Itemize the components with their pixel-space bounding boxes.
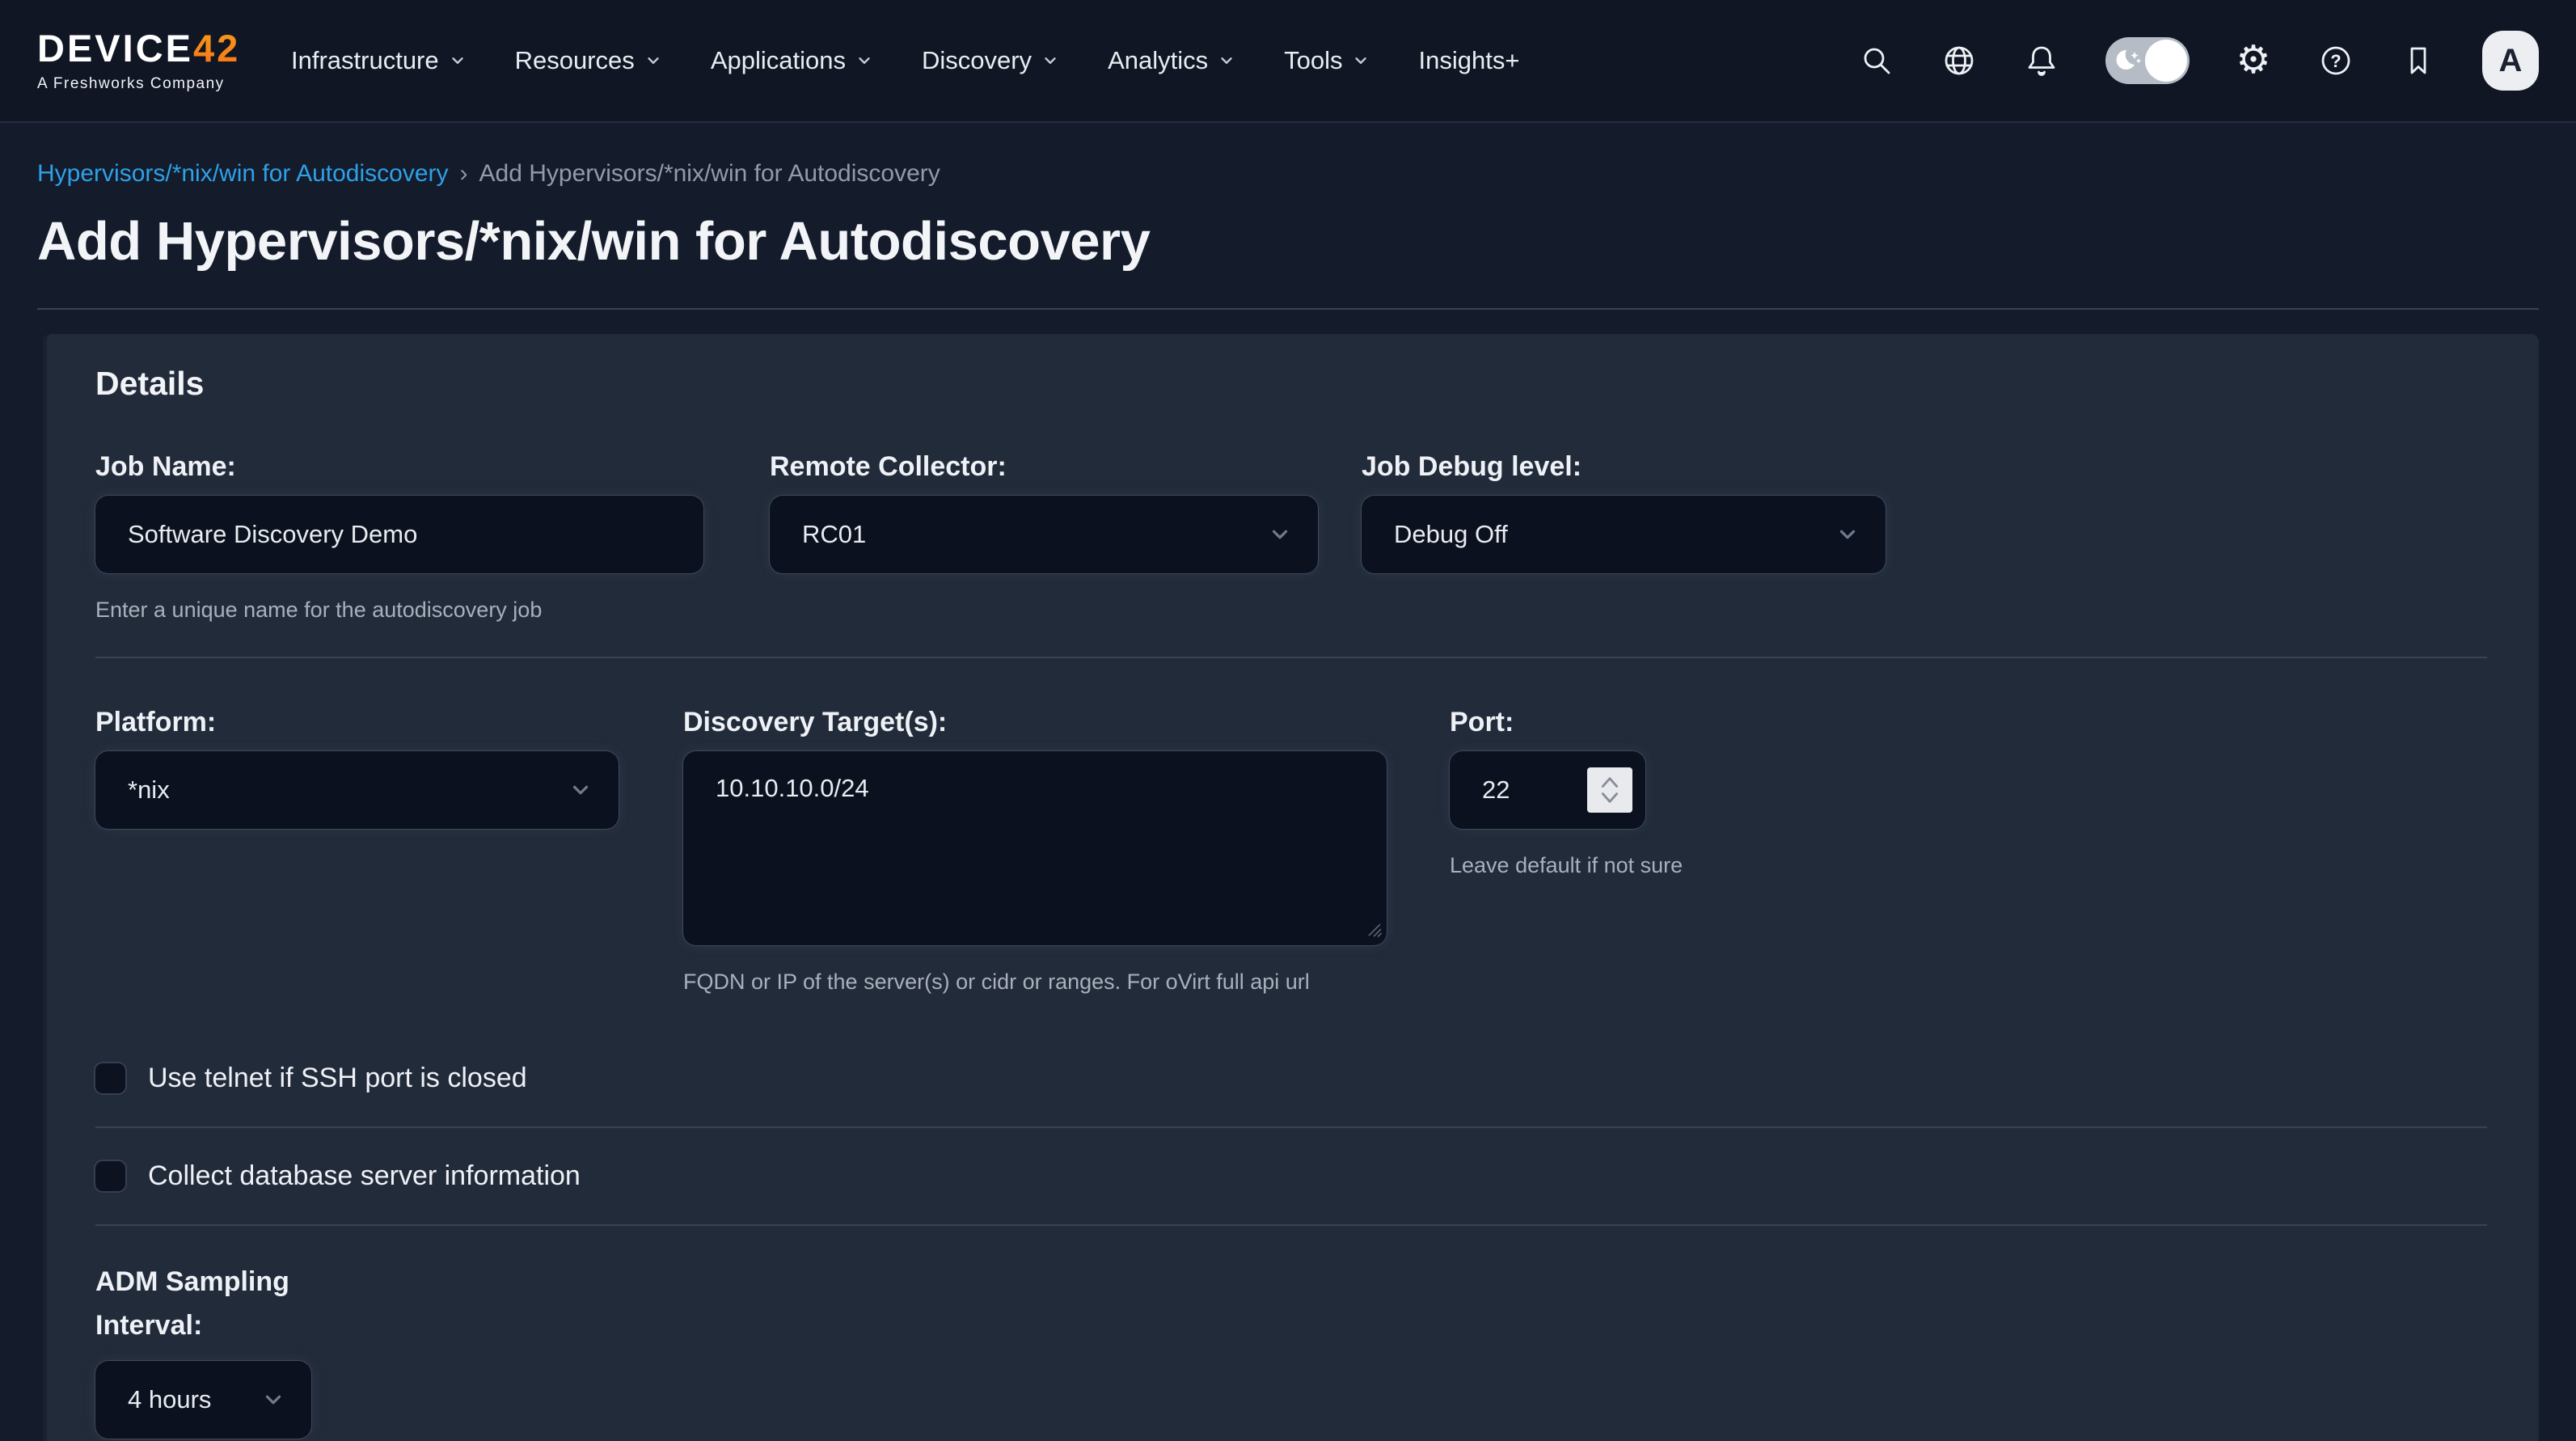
bookmark-icon[interactable] xyxy=(2400,42,2437,79)
job-debug-field-group: Job Debug level: Debug Off xyxy=(1362,451,1886,623)
job-name-field-group: Job Name: Enter a unique name for the au… xyxy=(95,451,703,623)
nav-item-resources[interactable]: Resources xyxy=(515,46,662,75)
telnet-checkbox-row: Use telnet if SSH port is closed xyxy=(95,1030,2487,1128)
job-debug-select[interactable]: Debug Off xyxy=(1362,496,1886,573)
discovery-targets-label: Discovery Target(s): xyxy=(683,707,1387,738)
moon-icon xyxy=(2114,48,2146,75)
page-title: Add Hypervisors/*nix/win for Autodiscove… xyxy=(37,210,2539,273)
platform-field-group: Platform: *nix xyxy=(95,707,619,995)
port-field-group: Port: Leave default if not sure xyxy=(1450,707,1789,995)
chevron-down-icon xyxy=(1268,522,1292,547)
remote-collector-field-group: Remote Collector: RC01 xyxy=(770,451,1318,623)
job-name-input[interactable] xyxy=(95,496,703,573)
details-card: Details Job Name: Enter a unique name fo… xyxy=(43,334,2539,1441)
nav-item-insights[interactable]: Insights+ xyxy=(1418,46,1519,75)
page-content: Hypervisors/*nix/win for Autodiscovery ›… xyxy=(0,123,2576,1441)
chevron-down-icon xyxy=(1041,52,1059,70)
nav-item-analytics[interactable]: Analytics xyxy=(1108,46,1235,75)
help-icon[interactable]: ? xyxy=(2317,42,2354,79)
breadcrumb-separator: › xyxy=(460,160,468,188)
divider xyxy=(37,308,2539,310)
platform-label: Platform: xyxy=(95,707,619,738)
nav-item-applications[interactable]: Applications xyxy=(711,46,873,75)
logo-tagline: A Freshworks Company xyxy=(37,75,225,93)
chevron-down-icon xyxy=(449,52,467,70)
divider xyxy=(95,657,2487,658)
main-menu: Infrastructure Resources Applications Di… xyxy=(291,46,1519,75)
bell-icon[interactable] xyxy=(2023,42,2060,79)
chevron-down-icon xyxy=(855,52,873,70)
avatar[interactable]: A xyxy=(2482,31,2539,91)
form-row-1: Job Name: Enter a unique name for the au… xyxy=(95,451,2487,623)
theme-toggle[interactable] xyxy=(2105,37,2190,84)
chevron-down-icon xyxy=(1599,791,1620,805)
adm-sampling-select[interactable]: 4 hours xyxy=(95,1361,311,1439)
globe-icon[interactable] xyxy=(1940,42,1978,79)
job-debug-label: Job Debug level: xyxy=(1362,451,1886,483)
discovery-targets-wrap: 10.10.10.0/24 xyxy=(683,751,1387,945)
nav-item-infrastructure[interactable]: Infrastructure xyxy=(291,46,467,75)
logo-text: DEVICE42 xyxy=(37,29,240,67)
port-helper: Leave default if not sure xyxy=(1450,853,1789,878)
breadcrumb-link[interactable]: Hypervisors/*nix/win for Autodiscovery xyxy=(37,160,449,188)
remote-collector-select[interactable]: RC01 xyxy=(770,496,1318,573)
collect-db-checkbox-row: Collect database server information xyxy=(95,1128,2487,1226)
adm-sampling-label: ADM Sampling Interval: xyxy=(95,1260,298,1348)
chevron-down-icon xyxy=(568,778,593,802)
remote-collector-label: Remote Collector: xyxy=(770,451,1318,483)
svg-text:?: ? xyxy=(2330,51,2341,71)
port-stepper[interactable] xyxy=(1587,767,1632,813)
telnet-checkbox[interactable] xyxy=(95,1063,125,1093)
collect-db-checkbox[interactable] xyxy=(95,1161,125,1191)
discovery-targets-field-group: Discovery Target(s): 10.10.10.0/24 FQDN … xyxy=(683,707,1387,995)
port-input-box xyxy=(1450,751,1645,829)
collect-db-checkbox-label: Collect database server information xyxy=(148,1160,581,1192)
chevron-down-icon xyxy=(1352,52,1370,70)
resize-handle-icon[interactable] xyxy=(1364,919,1382,937)
platform-select[interactable]: *nix xyxy=(95,751,619,829)
job-name-label: Job Name: xyxy=(95,451,703,483)
chevron-down-icon xyxy=(261,1388,285,1412)
nav-item-discovery[interactable]: Discovery xyxy=(922,46,1059,75)
port-input[interactable] xyxy=(1482,775,1555,805)
breadcrumb: Hypervisors/*nix/win for Autodiscovery ›… xyxy=(37,123,2539,188)
breadcrumb-current: Add Hypervisors/*nix/win for Autodiscove… xyxy=(479,160,940,188)
top-nav: DEVICE42 A Freshworks Company Infrastruc… xyxy=(0,0,2576,123)
form-row-2: Platform: *nix Discovery Target(s): 10.1… xyxy=(95,707,2487,995)
chevron-down-icon xyxy=(1218,52,1235,70)
discovery-targets-textarea[interactable]: 10.10.10.0/24 xyxy=(683,751,1387,945)
chevron-down-icon xyxy=(1835,522,1860,547)
nav-item-tools[interactable]: Tools xyxy=(1284,46,1370,75)
job-name-helper: Enter a unique name for the autodiscover… xyxy=(95,598,703,623)
adm-sampling-field-group: ADM Sampling Interval: 4 hours xyxy=(95,1260,2487,1441)
device42-logo[interactable]: DEVICE42 A Freshworks Company xyxy=(37,29,249,93)
logo-42: 42 xyxy=(193,27,240,70)
telnet-checkbox-label: Use telnet if SSH port is closed xyxy=(148,1063,527,1094)
discovery-targets-helper: FQDN or IP of the server(s) or cidr or r… xyxy=(683,970,1387,995)
toggle-knob xyxy=(2145,40,2187,82)
nav-right-icons: ⚙ ? A xyxy=(1858,31,2539,91)
search-icon[interactable] xyxy=(1858,42,1895,79)
chevron-down-icon xyxy=(644,52,662,70)
gear-icon[interactable]: ⚙ xyxy=(2235,42,2272,79)
section-title: Details xyxy=(95,365,2487,403)
chevron-up-icon xyxy=(1599,775,1620,789)
port-label: Port: xyxy=(1450,707,1789,738)
